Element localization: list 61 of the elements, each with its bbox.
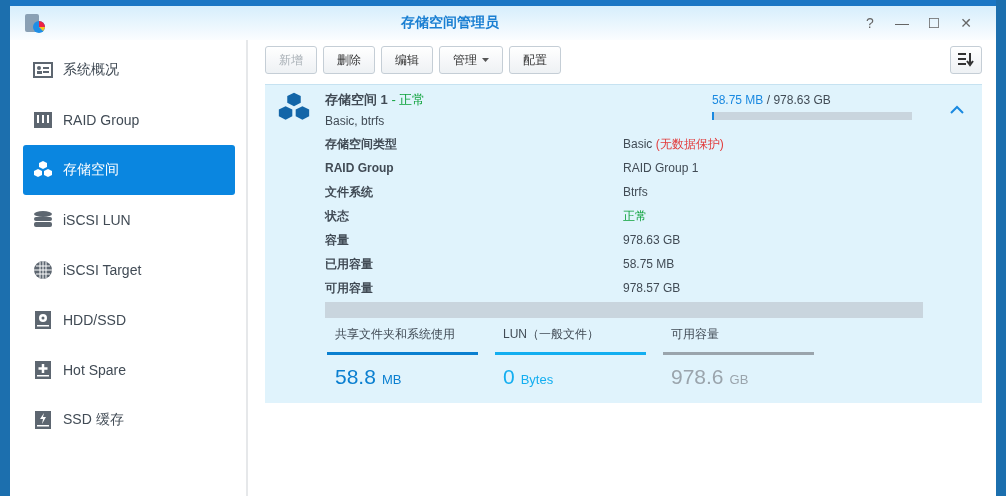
- detail-value: Btrfs: [623, 184, 649, 201]
- volume-subtitle: Basic, btrfs: [325, 114, 386, 128]
- maximize-button[interactable]: ☐: [918, 15, 950, 31]
- minimize-button[interactable]: —: [886, 15, 918, 31]
- globe-icon: [33, 260, 53, 280]
- raid-icon: [33, 110, 53, 130]
- sidebar-item[interactable]: Hot Spare: [23, 345, 235, 395]
- sidebar-label: SSD 缓存: [63, 411, 124, 429]
- plus-icon: [33, 360, 53, 380]
- sidebar-item[interactable]: RAID Group: [23, 95, 235, 145]
- detail-value: 58.75 MB: [623, 256, 676, 273]
- sidebar-item[interactable]: iSCSI Target: [23, 245, 235, 295]
- sort-button[interactable]: [950, 46, 982, 74]
- app-logo-icon: [24, 12, 46, 34]
- detail-label: 存储空间类型: [325, 136, 398, 153]
- help-button[interactable]: ?: [854, 15, 886, 31]
- detail-value: RAID Group 1: [623, 160, 700, 177]
- sidebar-item[interactable]: iSCSI LUN: [23, 195, 235, 245]
- detail-value: 978.63 GB: [623, 232, 682, 249]
- toolbar-button[interactable]: 管理: [439, 46, 503, 74]
- sort-icon: [957, 52, 975, 68]
- close-button[interactable]: ✕: [950, 15, 982, 31]
- detail-label: 文件系统: [325, 184, 374, 201]
- detail-value: 978.57 GB: [623, 280, 682, 297]
- sidebar-label: 系统概况: [63, 61, 119, 79]
- toolbar-button[interactable]: 编辑: [381, 46, 433, 74]
- toolbar-button[interactable]: 配置: [509, 46, 561, 74]
- sidebar-label: iSCSI LUN: [63, 212, 131, 228]
- sidebar-item[interactable]: HDD/SSD: [23, 295, 235, 345]
- sidebar-label: Hot Spare: [63, 362, 127, 378]
- sidebar-label: HDD/SSD: [63, 312, 126, 328]
- legend-value: 58.8 MB: [334, 364, 403, 389]
- sidebar-label: 存储空间: [63, 161, 119, 179]
- detail-label: 容量: [325, 232, 350, 249]
- sidebar-item[interactable]: SSD 缓存: [23, 395, 235, 445]
- bolt-icon: [33, 410, 53, 430]
- sidebar-label: RAID Group: [63, 112, 140, 128]
- detail-label: 状态: [325, 208, 350, 225]
- cubes-icon: [277, 91, 311, 123]
- sidebar-item[interactable]: 存储空间: [23, 145, 235, 195]
- detail-label: RAID Group: [325, 160, 395, 177]
- detail-label: 已用容量: [325, 256, 374, 273]
- detail-label: 可用容量: [325, 280, 374, 297]
- cubes-icon: [33, 160, 53, 180]
- legend-value: 0 Bytes: [502, 364, 555, 389]
- sidebar-item[interactable]: 系统概况: [23, 45, 235, 95]
- collapse-icon[interactable]: [950, 105, 964, 115]
- toolbar-button[interactable]: 删除: [323, 46, 375, 74]
- window-title: 存储空间管理员: [400, 14, 500, 32]
- legend-label: LUN（一般文件）: [502, 326, 600, 343]
- sidebar-label: iSCSI Target: [63, 262, 142, 278]
- legend-value: 978.6 GB: [670, 364, 750, 389]
- legend-label: 共享文件夹和系统使用: [334, 326, 456, 343]
- legend-label: 可用容量: [670, 326, 720, 343]
- detail-value: 正常: [623, 208, 648, 225]
- detail-value: Basic (无数据保护): [623, 136, 725, 153]
- volume-name: 存储空间 1 - 正常: [325, 91, 426, 109]
- usage-text: 58.75 MB / 978.63 GB: [712, 93, 832, 107]
- caret-icon: [482, 58, 489, 62]
- database-icon: [33, 210, 53, 230]
- overview-icon: [33, 60, 53, 80]
